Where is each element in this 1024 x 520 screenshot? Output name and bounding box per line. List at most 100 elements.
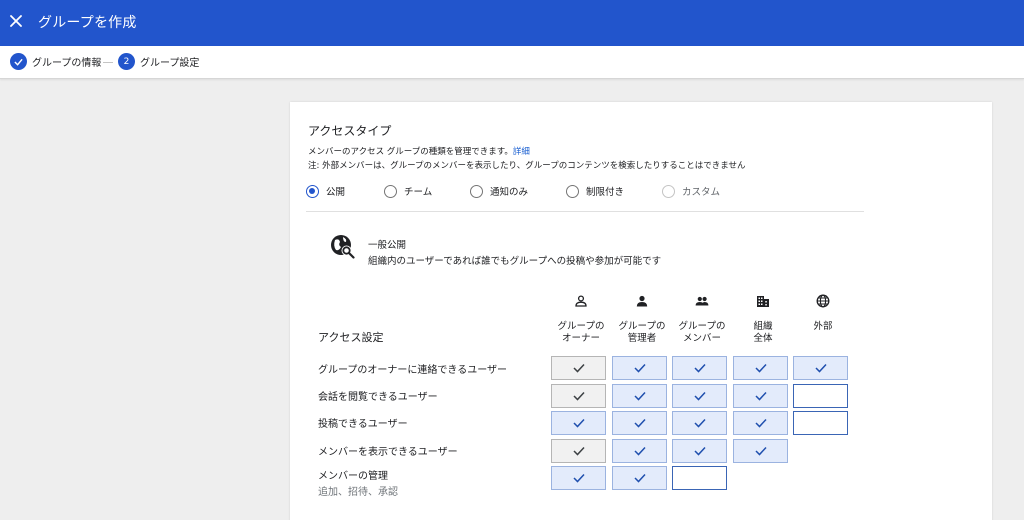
checkbox-cell-group-member[interactable]	[672, 466, 727, 490]
divider	[306, 211, 864, 212]
column-label-line2: 全体	[753, 333, 773, 344]
radio-announcement-only[interactable]: 通知のみ	[470, 184, 528, 198]
checkbox-cell-group-owner	[551, 439, 606, 463]
check-icon	[572, 363, 585, 373]
check-icon	[693, 446, 706, 456]
radio-custom[interactable]: カスタム	[662, 184, 720, 198]
checkbox-cell-entire-organization[interactable]	[733, 439, 788, 463]
stepper: グループの情報 2 グループ設定	[0, 46, 1024, 79]
radio-restricted[interactable]: 制限付き	[566, 184, 624, 198]
access-type-title: アクセスタイプ	[308, 124, 392, 138]
checkbox-cell-group-owner[interactable]	[551, 411, 606, 435]
check-icon	[633, 418, 646, 428]
column-label-line1: グループの	[678, 321, 726, 332]
check-icon	[633, 446, 646, 456]
row-label-view-conversations: 会話を閲覧できるユーザー	[318, 392, 438, 403]
page-title: グループを作成	[38, 15, 137, 31]
column-header-group-member: グループの メンバー	[672, 321, 732, 345]
radio-label: 制限付き	[586, 187, 625, 198]
check-icon	[693, 363, 706, 373]
check-icon	[754, 446, 767, 456]
checkbox-cell-group-manager[interactable]	[612, 411, 667, 435]
check-icon	[572, 418, 585, 428]
checkbox-cell-entire-organization[interactable]	[733, 384, 788, 408]
checkbox-cell-group-owner[interactable]	[551, 466, 606, 490]
step-group-info[interactable]: グループの情報	[10, 53, 101, 70]
row-label-contact-owner: グループのオーナーに連絡できるユーザー	[318, 365, 507, 376]
step-group-settings[interactable]: 2 グループ設定	[118, 53, 199, 70]
check-icon	[754, 391, 767, 401]
step-done-badge	[10, 53, 27, 70]
radio-button[interactable]	[566, 184, 579, 198]
access-summary-title: 一般公開	[368, 240, 407, 251]
check-icon	[572, 446, 585, 456]
checkbox-cell-external[interactable]	[793, 411, 848, 435]
column-header-group-manager: グループの 管理者	[612, 321, 672, 345]
check-icon	[572, 391, 585, 401]
external-members-note: 注: 外部メンバーは、グループのメンバーを表示したり、グループのコンテンツを検索…	[308, 161, 746, 171]
checkbox-cell-group-manager[interactable]	[612, 356, 667, 380]
column-label-line1: グループの	[618, 321, 666, 332]
column-header-group-owner: グループの オーナー	[551, 321, 611, 345]
check-icon	[814, 363, 827, 373]
app-bar: グループを作成	[0, 0, 1024, 46]
checkbox-cell-group-member[interactable]	[672, 411, 727, 435]
column-header-external: 外部	[793, 321, 853, 333]
checkbox-cell-group-member[interactable]	[672, 439, 727, 463]
radio-label: 公開	[326, 187, 346, 198]
radio-team[interactable]: チーム	[384, 184, 432, 198]
radio-button-disabled[interactable]	[662, 184, 675, 198]
checkbox-cell-external[interactable]	[793, 384, 848, 408]
radio-button[interactable]	[384, 184, 397, 198]
checkbox-cell-group-member[interactable]	[672, 384, 727, 408]
check-icon	[754, 418, 767, 428]
access-type-radio-group: 公開 チーム 通知のみ 制限付き カスタム	[306, 184, 866, 200]
check-icon	[693, 391, 706, 401]
row-label-view-members: メンバーを表示できるユーザー	[318, 447, 458, 458]
radio-label: チーム	[404, 187, 433, 198]
step-label: グループ設定	[140, 58, 200, 69]
globe-icon	[816, 294, 830, 308]
group-icon	[695, 296, 709, 306]
radio-button-selected[interactable]	[306, 184, 319, 198]
check-icon	[693, 418, 706, 428]
checkbox-cell-group-owner	[551, 384, 606, 408]
details-link[interactable]: 詳細	[513, 147, 530, 157]
radio-button[interactable]	[470, 184, 483, 198]
row-sublabel-manage-members: 追加、招待、承認	[318, 487, 398, 498]
checkbox-cell-group-owner	[551, 356, 606, 380]
column-header-entire-organization: 組織 全体	[733, 321, 793, 345]
checkbox-cell-external[interactable]	[793, 356, 848, 380]
column-label-line2: オーナー	[561, 333, 600, 344]
row-label-post: 投稿できるユーザー	[318, 419, 408, 430]
access-settings-title: アクセス設定	[318, 331, 384, 344]
check-icon	[633, 473, 646, 483]
step-label: グループの情報	[32, 58, 102, 69]
radio-label: 通知のみ	[490, 187, 529, 198]
column-label-line2: メンバー	[682, 333, 721, 344]
checkbox-cell-group-manager[interactable]	[612, 439, 667, 463]
checkbox-cell-group-manager[interactable]	[612, 466, 667, 490]
row-label-manage-members: メンバーの管理	[318, 471, 388, 482]
check-icon	[14, 58, 23, 66]
access-summary-description: 組織内のユーザーであれば誰でもグループへの投稿や参加が可能です	[368, 256, 662, 267]
step-number-badge: 2	[118, 53, 135, 70]
radio-public[interactable]: 公開	[306, 184, 345, 198]
check-icon	[633, 363, 646, 373]
checkbox-cell-group-member[interactable]	[672, 356, 727, 380]
checkbox-cell-entire-organization[interactable]	[733, 411, 788, 435]
column-label-line1: 外部	[813, 321, 833, 332]
checkbox-cell-entire-organization[interactable]	[733, 356, 788, 380]
building-icon	[757, 296, 769, 307]
check-icon	[572, 473, 585, 483]
checkbox-cell-group-manager[interactable]	[612, 384, 667, 408]
close-button[interactable]	[6, 11, 26, 31]
person-icon	[636, 295, 648, 307]
check-icon	[754, 363, 767, 373]
access-type-description: メンバーのアクセス グループの種類を管理できます。詳細	[308, 145, 530, 157]
person-outline-icon	[575, 295, 587, 307]
radio-label: カスタム	[682, 187, 721, 198]
public-search-icon	[331, 235, 355, 259]
check-icon	[633, 391, 646, 401]
column-label-line1: 組織	[753, 321, 773, 332]
